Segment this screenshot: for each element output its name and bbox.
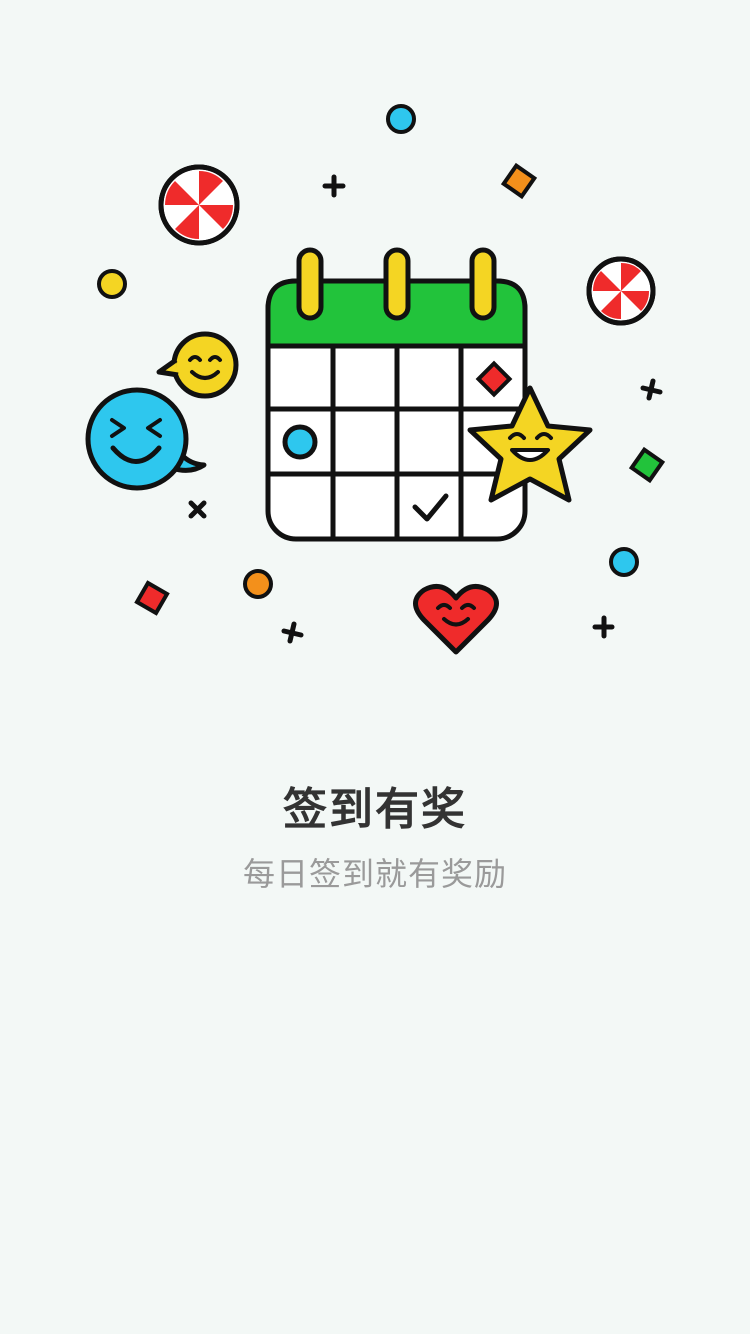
confetti-dot-icon: [386, 104, 416, 134]
smiley-bubble-icon: [156, 331, 239, 399]
calendar-dot-icon: [282, 424, 318, 460]
smiley-bubble-icon: [85, 387, 207, 491]
peppermint-candy-icon: [586, 256, 656, 326]
confetti-dot-icon: [609, 547, 639, 577]
confetti-dot-icon: [97, 269, 127, 299]
confetti-cross-icon: [640, 378, 663, 401]
confetti-cross-icon: [281, 621, 304, 644]
confetti-cross-icon: [188, 500, 207, 519]
page-subtitle: 每日签到就有奖励: [242, 855, 507, 893]
calendar-icon: [265, 247, 528, 542]
sign-in-reward-text: 签到有奖 每日签到就有奖励: [0, 780, 750, 902]
heart-face-icon: [413, 583, 499, 655]
confetti-diamond-icon: [628, 446, 666, 484]
confetti-dot-icon: [243, 569, 273, 599]
confetti-cross-icon: [322, 174, 346, 198]
page-title: 签到有奖: [283, 784, 467, 835]
peppermint-candy-icon: [158, 164, 240, 246]
confetti-diamond-icon: [134, 580, 170, 616]
sign-in-illustration: [85, 104, 666, 655]
confetti-cross-icon: [592, 615, 615, 639]
confetti-diamond-icon: [500, 162, 538, 200]
